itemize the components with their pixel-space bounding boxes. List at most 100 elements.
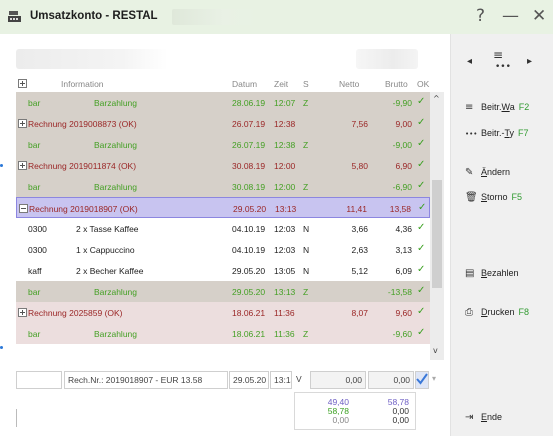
ende-button[interactable]: ⇥ Ende [465, 412, 502, 423]
expand-icon[interactable] [18, 308, 27, 317]
storno-key: F5 [511, 192, 523, 202]
check-icon: ✓ [417, 306, 426, 317]
table-row-payment[interactable]: bar Barzahlung 30.08.19 12:00 Z -6,90 ✓ [16, 176, 430, 197]
table-row-payment[interactable]: bar Barzahlung 29.05.20 13:13 Z -13,58 ✓ [16, 281, 430, 302]
transaction-table[interactable]: Information Datum Zeit S Netto Brutto OK… [16, 76, 444, 360]
row-code: kaff [28, 266, 42, 276]
row-datum: 04.10.19 [232, 224, 266, 234]
row-netto: 8,07 [351, 308, 368, 318]
row-datum: 30.08.19 [232, 182, 266, 192]
row-brutto: -9,00 [392, 140, 412, 150]
table-row-item[interactable]: 0300 2 x Tasse Kaffee 04.10.19 12:03 N 3,66 4,… [16, 218, 430, 239]
scroll-down-icon[interactable]: v [433, 346, 438, 355]
row-information: 1 x Cappuccino [76, 245, 135, 255]
dropdown-arrow-icon[interactable]: ▾ [432, 374, 436, 383]
check-icon [416, 373, 428, 385]
title-bar: Umsatzkonto - RESTAL ? — ✕ [0, 0, 553, 34]
exit-icon: ⇥ [465, 412, 474, 423]
close-button[interactable]: ✕ [532, 6, 546, 26]
scroll-up-icon[interactable]: ^ [433, 94, 440, 103]
edge-marker [0, 164, 3, 167]
row-datum: 30.08.19 [232, 161, 266, 171]
summary-ok-checkbox[interactable] [415, 371, 429, 389]
summary-brutto[interactable]: 0,00 [368, 371, 414, 389]
row-zeit: 12:38 [274, 140, 296, 150]
row-information: 2 x Becher Kaffee [76, 266, 144, 276]
summary-code-field[interactable] [16, 371, 62, 389]
table-row-payment[interactable]: bar Barzahlung 18.06.21 11:36 Z -9,60 ✓ [16, 323, 430, 344]
row-netto: 2,63 [351, 245, 368, 255]
row-s: N [303, 266, 310, 276]
redacted-field [16, 49, 168, 69]
table-row-payment[interactable]: bar Barzahlung 28.06.19 12:07 Z -9,90 ✓ [16, 92, 430, 113]
note-field[interactable] [16, 409, 22, 427]
aendern-button[interactable]: ✎ Ändern [465, 167, 510, 178]
table-row-item[interactable]: 0300 1 x Cappuccino 04.10.19 12:03 N 2,63 3,13… [16, 239, 430, 260]
table-row-invoice[interactable]: Rechnung 2019011874 (OK) 30.08.19 12:00 5,8… [16, 155, 430, 176]
prev-arrow-icon[interactable]: ◂ [467, 56, 472, 67]
collapse-icon[interactable] [19, 204, 28, 213]
row-code: bar [28, 329, 41, 339]
row-datum: 18.06.21 [232, 329, 266, 339]
table-row-payment[interactable]: bar Barzahlung 26.07.19 12:38 Z -9,00 ✓ [16, 134, 430, 155]
table-row-invoice[interactable]: Rechnung 2019018907 (OK) 29.05.20 13:13 11,… [16, 197, 430, 218]
drucken-key: F8 [518, 307, 530, 317]
storno-button[interactable]: 🗑 Storno F5 [465, 192, 522, 203]
row-zeit: 12:07 [274, 98, 296, 108]
drucken-label: Drucken [481, 307, 515, 317]
row-datum: 29.05.20 [232, 266, 266, 276]
row-brutto: 13,58 [389, 204, 411, 214]
col-netto[interactable]: Netto [339, 79, 359, 89]
col-information[interactable]: Information [61, 79, 104, 89]
summary-netto[interactable]: 0,00 [310, 371, 366, 389]
beitr-ty-button[interactable]: ••• Beitr.-Ty F7 [465, 128, 529, 138]
beitr-wa-button[interactable]: ≡ Beitr.Wa F2 [465, 102, 529, 113]
account-pane: Information Datum Zeit S Netto Brutto OK… [0, 34, 450, 436]
row-s: Z [303, 98, 309, 108]
table-row-invoice[interactable]: Rechnung 2019008873 (OK) 26.07.19 12:38 7,5… [16, 113, 430, 134]
drucken-button[interactable]: ⎙ Drucken F8 [465, 307, 529, 318]
ende-label: Ende [481, 412, 503, 422]
minimize-button[interactable]: — [502, 6, 519, 26]
check-icon: ✓ [417, 180, 426, 191]
col-ok[interactable]: OK [417, 79, 429, 89]
row-brutto: -6,90 [392, 182, 412, 192]
row-zeit: 13:13 [275, 204, 297, 214]
row-s: Z [303, 182, 309, 192]
col-brutto[interactable]: Brutto [385, 79, 408, 89]
bezahlen-button[interactable]: ▤ Bezahlen [465, 268, 519, 279]
more-dots-icon[interactable]: ••• [495, 62, 511, 72]
table-row-invoice[interactable]: Rechnung 2025859 (OK) 18.06.21 11:36 8,07 9,… [16, 302, 430, 323]
check-icon: ✓ [418, 202, 427, 213]
check-icon: ✓ [417, 159, 426, 170]
menu-icon[interactable]: ≡ [493, 48, 503, 62]
row-information: Rechnung 2019011874 (OK) [28, 161, 137, 171]
row-brutto: 4,36 [395, 224, 412, 234]
row-datum: 04.10.19 [232, 245, 266, 255]
help-button[interactable]: ? [476, 6, 485, 26]
expand-icon[interactable] [18, 119, 27, 128]
col-datum[interactable]: Datum [232, 79, 257, 89]
vertical-scrollbar[interactable]: ^ v [430, 92, 444, 360]
check-icon: ✓ [417, 222, 426, 233]
col-s[interactable]: S [303, 79, 309, 89]
col-zeit[interactable]: Zeit [274, 79, 288, 89]
cash-register-icon: ▤ [465, 268, 475, 279]
row-information: Barzahlung [94, 140, 138, 150]
storno-label: Storno [481, 192, 508, 202]
expand-icon[interactable] [18, 161, 27, 170]
row-datum: 28.06.19 [232, 98, 266, 108]
scroll-thumb[interactable] [432, 180, 442, 288]
row-zeit: 13:13 [274, 287, 296, 297]
expand-all-icon[interactable] [18, 79, 27, 88]
beitr-ty-label: Beitr.-Ty [481, 128, 515, 138]
action-sidebar: ◂ ≡ ••• ▸ ≡ Beitr.Wa F2 ••• Beitr.-Ty F7 ✎ Än… [450, 34, 553, 436]
table-row-item[interactable]: kaff 2 x Becher Kaffee 29.05.20 13:05 N 5,12 6… [16, 260, 430, 281]
row-zeit: 12:03 [274, 245, 296, 255]
dots-icon: ••• [465, 130, 478, 138]
check-icon: ✓ [417, 243, 426, 254]
summary-datum: 29.05.20 [229, 371, 269, 389]
trash-icon: 🗑 [465, 192, 478, 203]
row-zeit: 12:38 [274, 119, 296, 129]
next-arrow-icon[interactable]: ▸ [527, 56, 532, 67]
